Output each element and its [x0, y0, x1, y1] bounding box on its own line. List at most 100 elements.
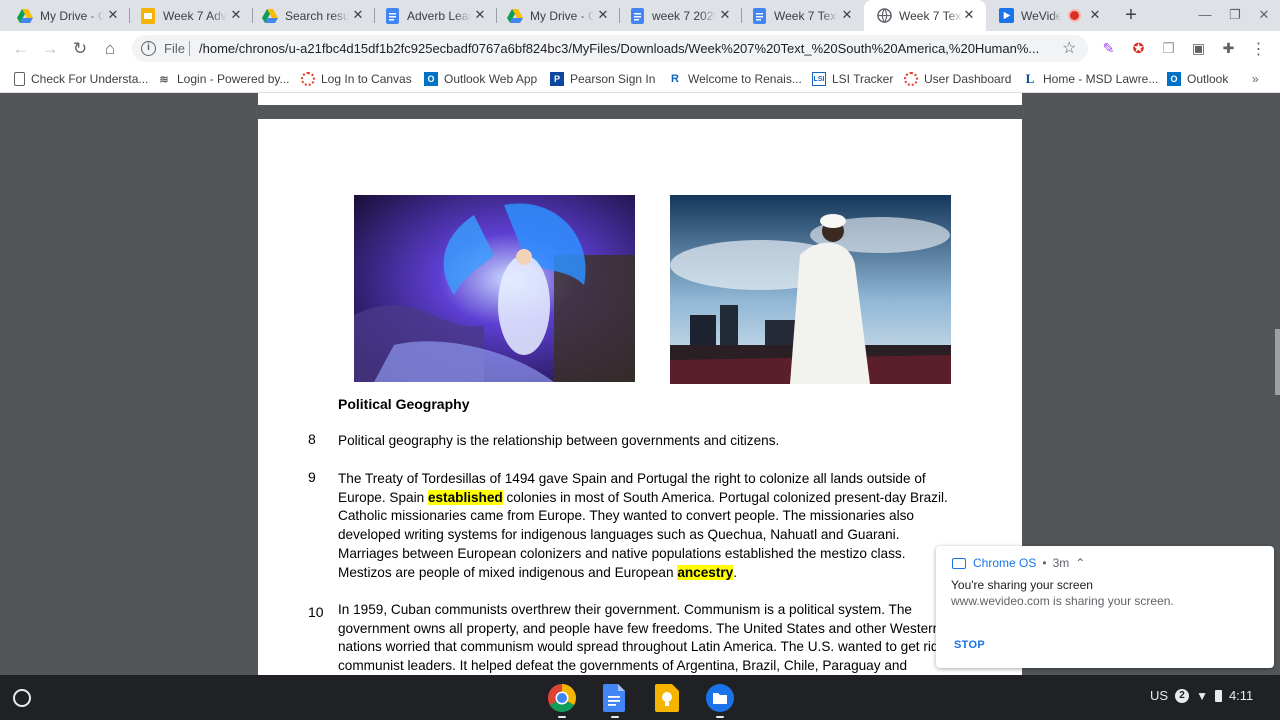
back-arrow-icon[interactable]: ←	[11, 39, 31, 59]
tab-week7-text-doc[interactable]: Week 7 Text ✕	[734, 0, 864, 31]
tab-adverb-learning[interactable]: Adverb Learning ✕	[367, 0, 497, 31]
browser-toolbar: ← → ↻ ⌂ i File /home/chronos/u-a21fbc4d1…	[0, 31, 1280, 66]
stop-sharing-button[interactable]: STOP	[954, 639, 985, 651]
close-icon[interactable]: ✕	[105, 7, 121, 23]
input-locale: US	[1150, 688, 1169, 703]
puzzle-extensions-icon[interactable]: ✚	[1220, 40, 1237, 57]
tab-strip: My Drive - Google Drive ✕ Week 7 Adverb …	[0, 0, 1280, 31]
new-tab-button[interactable]: +	[1120, 4, 1142, 26]
notification-age: 3m	[1052, 556, 1070, 570]
google-docs-icon	[751, 7, 767, 24]
reload-icon[interactable]: ↻	[70, 39, 90, 59]
msd-icon: L	[1025, 71, 1035, 86]
lsi-icon: LSI	[812, 72, 826, 86]
bookmark-item[interactable]: User Dashboard	[904, 70, 1011, 88]
pdf-page: Political Geography 8 Political geograph…	[258, 119, 1022, 675]
bookmark-item[interactable]: L Home - MSD Lawre...	[1023, 70, 1159, 88]
highlighted-word: ancestry	[677, 564, 734, 580]
close-icon[interactable]: ✕	[1087, 7, 1103, 23]
tab-week7-adverb[interactable]: Week 7 Adverb ✕	[123, 0, 253, 31]
close-window-icon[interactable]: ✕	[1256, 7, 1272, 23]
bookmark-star-icon[interactable]: ☆	[1062, 38, 1076, 58]
close-icon[interactable]: ✕	[839, 7, 855, 23]
page-icon	[14, 72, 25, 86]
bookmark-item[interactable]: ≋ Login - Powered by...	[157, 70, 289, 88]
canvas-icon	[301, 72, 315, 86]
google-docs-icon[interactable]	[603, 684, 631, 712]
tab-my-drive-2[interactable]: My Drive - Google Drive ✕	[490, 0, 620, 31]
close-icon[interactable]: ✕	[228, 7, 244, 23]
screenshot-extension-icon[interactable]: ▣	[1190, 40, 1207, 57]
tab-week7-text-active[interactable]: Week 7 Text ✕	[864, 0, 986, 31]
bookmark-item[interactable]: Check For Understa...	[14, 70, 148, 88]
wifi-icon: ▼	[1196, 688, 1208, 703]
google-docs-icon	[629, 7, 645, 24]
google-drive-icon	[17, 8, 33, 24]
bookmark-item[interactable]: R Welcome to Renais...	[668, 70, 802, 88]
files-icon[interactable]	[706, 684, 734, 712]
extension-icon[interactable]: ✪	[1130, 40, 1147, 57]
paragraph-number: 9	[308, 469, 316, 485]
restore-icon[interactable]: ❐	[1227, 7, 1243, 23]
highlighted-word: established	[427, 489, 503, 505]
screen-share-notification: Chrome OS • 3m ⌃ You're sharing your scr…	[936, 546, 1274, 668]
notification-count-badge: 2	[1175, 688, 1190, 703]
bookmarks-bar: Check For Understa... ≋ Login - Powered b…	[0, 66, 1280, 93]
paragraph-9: The Treaty of Tordesillas of 1494 gave S…	[338, 471, 948, 580]
launcher-icon[interactable]	[13, 689, 31, 707]
google-drive-icon	[507, 8, 523, 24]
notification-title: You're sharing your screen	[951, 578, 1093, 592]
pen-extension-icon[interactable]: ✎	[1100, 40, 1117, 57]
close-icon[interactable]: ✕	[717, 7, 733, 23]
globe-icon	[876, 8, 892, 24]
google-keep-icon[interactable]	[655, 684, 683, 712]
recording-icon	[1068, 9, 1081, 22]
outlook-icon: O	[424, 72, 438, 86]
scrollbar-thumb[interactable]	[1275, 329, 1280, 395]
info-icon[interactable]: i	[141, 41, 156, 56]
paragraph-number: 8	[308, 431, 316, 447]
notification-app-name: Chrome OS	[973, 556, 1037, 570]
chrome-icon[interactable]	[548, 684, 576, 712]
tab-wevideo[interactable]: WeVideo ✕	[986, 0, 1112, 31]
paragraph-number: 10	[308, 604, 324, 620]
battery-icon	[1214, 689, 1222, 702]
bookmark-item[interactable]: LSI LSI Tracker	[812, 70, 893, 88]
forward-arrow-icon[interactable]: →	[40, 39, 60, 59]
menu-kebab-icon[interactable]: ⋮	[1250, 40, 1267, 58]
scheme-label: File	[164, 41, 185, 56]
clock: 4:11	[1228, 688, 1254, 703]
classlink-icon: ≋	[159, 73, 169, 86]
tab-search-results[interactable]: Search results ✕	[245, 0, 375, 31]
url-text[interactable]: /home/chronos/u-a21fbc4d15df1b2fc925ecba…	[199, 41, 1057, 56]
os-shelf: US 2 ▼ 4:11	[0, 675, 1280, 720]
more-bookmarks-chevron-icon[interactable]: »	[1252, 70, 1259, 88]
pearson-icon: P	[550, 72, 564, 86]
extension-icon[interactable]: ❒	[1160, 40, 1177, 57]
bookmark-item[interactable]: P Pearson Sign In	[550, 70, 655, 88]
google-drive-icon	[262, 8, 278, 24]
close-icon[interactable]: ✕	[350, 7, 366, 23]
close-icon[interactable]: ✕	[595, 7, 611, 23]
renaissance-icon: R	[671, 73, 679, 85]
chevron-up-icon[interactable]: ⌃	[1075, 556, 1085, 570]
minimize-icon[interactable]: —	[1197, 7, 1213, 23]
previous-page-bottom	[258, 93, 1022, 105]
close-icon[interactable]: ✕	[961, 7, 977, 23]
cast-icon	[952, 557, 966, 569]
address-bar[interactable]: i File /home/chronos/u-a21fbc4d15df1b2fc…	[132, 35, 1088, 62]
wevideo-icon	[998, 8, 1014, 24]
close-icon[interactable]: ✕	[472, 7, 488, 23]
home-icon[interactable]: ⌂	[100, 39, 120, 59]
paragraph-8: Political geography is the relationship …	[338, 433, 780, 448]
bookmark-item[interactable]: O Outlook Web App	[424, 70, 537, 88]
carnival-dancer-photo	[354, 195, 635, 382]
outlook-icon: O	[1167, 72, 1181, 86]
status-tray[interactable]: US 2 ▼ 4:11	[1150, 688, 1260, 703]
paragraph-10: In 1959, Cuban communists overthrew thei…	[338, 602, 954, 674]
tab-my-drive[interactable]: My Drive - Google Drive ✕	[0, 0, 130, 31]
tab-week7-2020[interactable]: week 7 2020 ✕	[612, 0, 742, 31]
bookmark-item[interactable]: Log In to Canvas	[301, 70, 412, 88]
canvas-icon	[904, 72, 918, 86]
bookmark-item[interactable]: O Outlook	[1167, 70, 1228, 88]
